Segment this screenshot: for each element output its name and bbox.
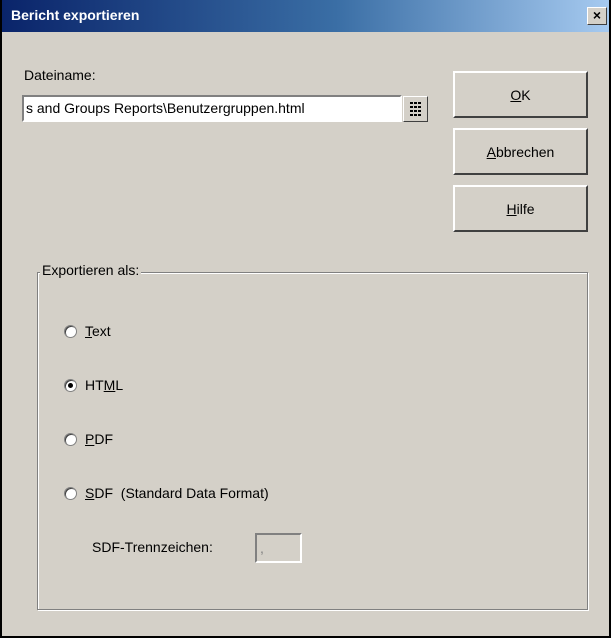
radio-pdf-label[interactable]: PDF <box>85 431 113 447</box>
filename-label: Dateiname: <box>24 67 96 83</box>
help-button-label: Hilfe <box>506 201 535 217</box>
radio-sdf[interactable] <box>64 487 77 500</box>
radio-text[interactable] <box>64 325 77 338</box>
title-bar[interactable]: Bericht exportieren × <box>2 0 609 32</box>
radio-selected-dot <box>68 383 73 388</box>
sdf-delimiter-label: SDF-Trennzeichen: <box>92 539 213 555</box>
cancel-button[interactable]: Abbrechen <box>453 128 588 175</box>
export-report-dialog: Bericht exportieren × Dateiname: s and G… <box>0 0 611 638</box>
export-format-group <box>37 272 588 610</box>
ok-button-label: OK <box>510 87 531 103</box>
cancel-button-label: Abbrechen <box>486 144 555 160</box>
close-button[interactable]: × <box>587 7 607 25</box>
radio-pdf[interactable] <box>64 433 77 446</box>
radio-text-label[interactable]: Text <box>85 323 111 339</box>
help-mnemonic: H <box>506 201 517 217</box>
close-icon: × <box>592 7 602 23</box>
cancel-mnemonic: A <box>486 144 496 160</box>
ok-button[interactable]: OK <box>453 71 588 118</box>
help-button[interactable]: Hilfe <box>453 185 588 232</box>
dialog-title: Bericht exportieren <box>11 7 140 23</box>
export-format-legend: Exportieren als: <box>40 262 142 278</box>
browse-icon <box>410 102 421 116</box>
radio-html[interactable] <box>64 379 77 392</box>
radio-sdf-label[interactable]: SDF (Standard Data Format) <box>85 485 269 501</box>
browse-button[interactable] <box>403 96 428 122</box>
sdf-delimiter-field[interactable]: , <box>255 533 302 563</box>
radio-html-label[interactable]: HTML <box>85 377 123 393</box>
filename-field[interactable]: s and Groups Reports\Benutzergruppen.htm… <box>22 95 402 122</box>
ok-mnemonic: O <box>510 87 522 103</box>
